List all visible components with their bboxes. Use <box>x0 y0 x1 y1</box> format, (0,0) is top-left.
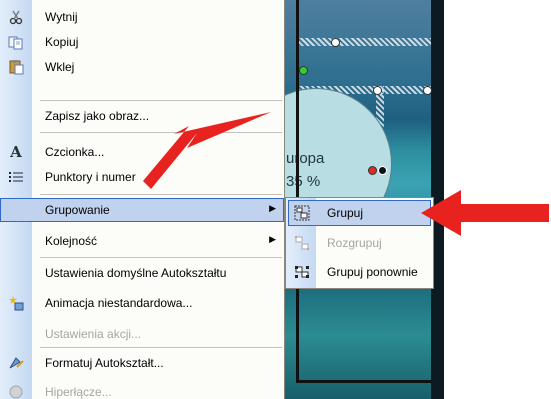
menu-item-label: Wklej <box>45 60 75 74</box>
menu-separator <box>40 257 282 258</box>
menu-item-action-settings[interactable]: Ustawienia akcji... <box>0 322 284 346</box>
bullets-icon <box>8 169 24 185</box>
menu-item-label: Punktory i numer <box>45 170 136 184</box>
menu-item-format-autoshape[interactable]: Formatuj Autokształt... <box>0 351 284 375</box>
format-shape-icon <box>8 355 24 371</box>
hyperlink-icon <box>8 384 24 399</box>
menu-item-custom-animation[interactable]: Animacja niestandardowa... <box>0 291 284 315</box>
selection-handle[interactable] <box>373 86 382 95</box>
selection-handle[interactable] <box>378 166 387 175</box>
menu-item-label: Czcionka... <box>45 145 105 159</box>
menu-separator <box>40 347 282 348</box>
regroup-icon <box>294 264 310 280</box>
menu-separator <box>40 194 282 195</box>
menu-item-label: Animacja niestandardowa... <box>45 296 193 310</box>
grouping-submenu: Grupuj Rozgrupuj Grupuj ponownie <box>285 197 434 289</box>
submenu-item-label: Grupuj ponownie <box>327 265 418 279</box>
group-icon <box>294 205 310 221</box>
menu-item-label: Ustawienia domyślne Autokształtu <box>45 266 227 280</box>
ungroup-icon <box>294 235 310 251</box>
menu-separator <box>40 132 282 133</box>
menu-item-copy[interactable]: Kopiuj <box>0 30 284 54</box>
menu-item-bullets-numbering[interactable]: Punktory i numer <box>0 165 284 189</box>
menu-item-order[interactable]: Kolejność ▶ <box>0 229 284 253</box>
submenu-item-group[interactable]: Grupuj <box>288 200 431 226</box>
menu-separator <box>40 100 282 101</box>
submenu-item-regroup[interactable]: Grupuj ponownie <box>288 259 431 285</box>
submenu-item-label: Rozgrupuj <box>327 236 382 250</box>
submenu-arrow-icon: ▶ <box>269 234 276 244</box>
menu-item-cut[interactable]: Wytnij <box>0 5 284 29</box>
selection-handle[interactable] <box>368 166 377 175</box>
menu-item-label: Kopiuj <box>45 35 79 49</box>
font-icon: A <box>10 143 22 161</box>
menu-item-label: Grupowanie <box>45 203 110 217</box>
menu-item-label: Formatuj Autokształt... <box>45 356 164 370</box>
menu-item-save-as-picture[interactable]: Zapisz jako obraz... <box>0 104 284 128</box>
menu-item-autoshape-defaults[interactable]: Ustawienia domyślne Autokształtu <box>0 261 284 285</box>
menu-item-hyperlink[interactable]: Hiperłącze... <box>0 380 284 399</box>
paste-icon <box>8 59 24 75</box>
submenu-item-ungroup[interactable]: Rozgrupuj <box>288 230 431 256</box>
context-menu: Wytnij Kopiuj Wklej Zapisz jako obraz...… <box>0 0 285 399</box>
menu-item-font[interactable]: A Czcionka... <box>0 140 284 164</box>
copy-icon <box>8 34 24 50</box>
menu-item-label: Hiperłącze... <box>45 385 112 399</box>
scissors-icon <box>8 9 24 25</box>
menu-item-label: Kolejność <box>45 234 98 248</box>
selection-handle[interactable] <box>423 86 432 95</box>
slide-frame <box>296 0 440 383</box>
menu-item-label: Wytnij <box>45 10 78 24</box>
submenu-arrow-icon: ▶ <box>269 203 276 213</box>
menu-item-paste[interactable]: Wklej <box>0 55 284 79</box>
menu-item-label: Ustawienia akcji... <box>45 327 142 341</box>
selection-handle[interactable] <box>331 38 340 47</box>
submenu-item-label: Grupuj <box>327 206 364 220</box>
animation-icon <box>8 295 24 311</box>
menu-item-label: Zapisz jako obraz... <box>45 109 150 123</box>
rotation-handle[interactable] <box>299 66 308 75</box>
menu-item-grouping[interactable]: Grupowanie ▶ <box>0 198 284 222</box>
